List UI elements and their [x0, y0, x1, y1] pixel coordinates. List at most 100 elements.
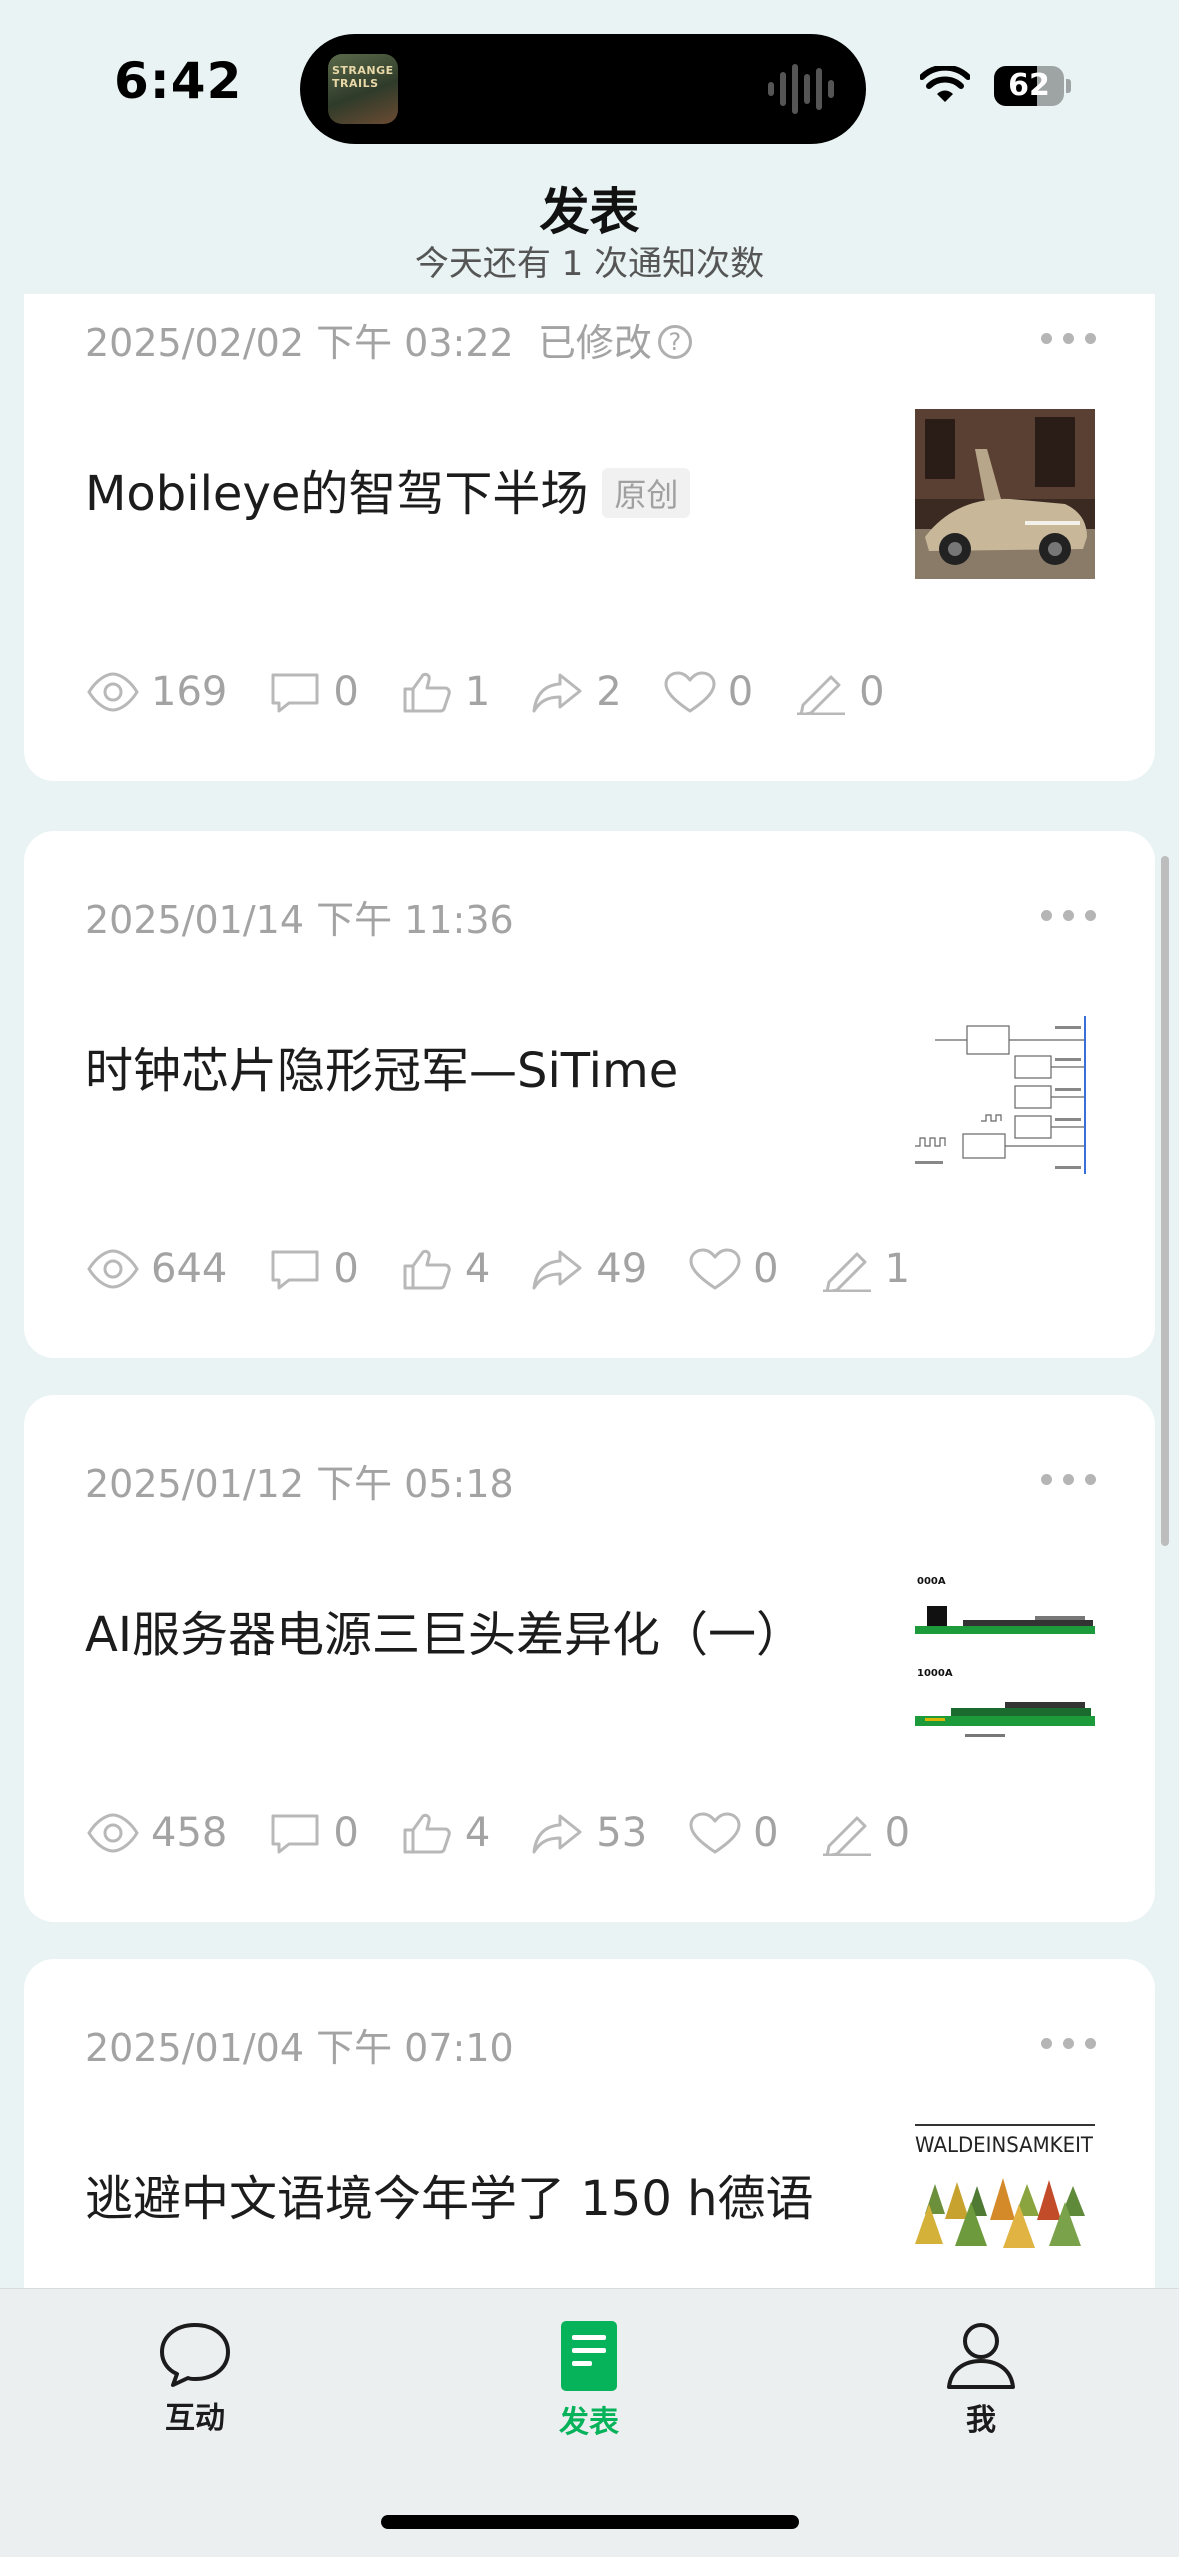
- stat-comments: 0: [267, 1810, 359, 1856]
- post-card[interactable]: 2025/01/14 下午 11:36 时钟芯片隐形冠军—SiTime 644 …: [24, 831, 1155, 1358]
- stat-notes: 1: [819, 1246, 910, 1292]
- status-bar: 6:42 STRANGE TRAILS 62: [0, 0, 1179, 180]
- post-title[interactable]: AI服务器电源三巨头差异化（一）: [85, 1595, 804, 1665]
- tab-label: 发表: [559, 2405, 619, 2440]
- post-title[interactable]: Mobileye的智驾下半场 原创: [85, 454, 691, 524]
- pen-icon: [797, 675, 846, 715]
- more-options-icon[interactable]: [1041, 2038, 1097, 2050]
- pen-icon: [822, 1252, 871, 1292]
- more-options-icon[interactable]: [1041, 333, 1097, 345]
- post-thumbnail[interactable]: [915, 409, 1095, 579]
- thumbs-up-icon: [403, 672, 451, 713]
- now-playing-album-art: STRANGE TRAILS: [328, 54, 398, 124]
- document-icon: [561, 2321, 617, 2391]
- stat-value: 0: [884, 1810, 911, 1856]
- share-arrow-icon: [532, 1814, 582, 1854]
- post-date: 2025/01/04 下午 07:10: [85, 2026, 514, 2070]
- more-options-icon[interactable]: [1041, 910, 1097, 922]
- thumbs-up-icon: [403, 1813, 451, 1854]
- wifi-icon: [920, 66, 970, 102]
- status-time: 6:42: [114, 52, 243, 110]
- stat-comments: 0: [267, 669, 359, 715]
- stat-favorites: 0: [687, 1246, 779, 1292]
- stat-likes: 4: [399, 1810, 490, 1856]
- stat-favorites: 0: [662, 669, 753, 715]
- thumb-label: 000A: [917, 1576, 946, 1587]
- comment-icon: [271, 1814, 319, 1854]
- notification-quota: 今天还有 1 次通知次数: [414, 244, 765, 284]
- stat-notes: 0: [819, 1810, 910, 1856]
- pen-icon: [822, 1816, 871, 1856]
- stat-shares: 53: [530, 1810, 647, 1856]
- post-title[interactable]: 时钟芯片隐形冠军—SiTime: [85, 1031, 678, 1101]
- stat-value: 0: [333, 669, 359, 715]
- comment-icon: [271, 1250, 319, 1290]
- post-stats: 644 0 4 49 0 1: [85, 1241, 950, 1297]
- stat-favorites: 0: [687, 1810, 779, 1856]
- eye-icon: [87, 672, 139, 712]
- post-title[interactable]: 逃避中文语境今年学了 150 h德语: [85, 2159, 814, 2229]
- eye-icon: [87, 1813, 139, 1853]
- post-card[interactable]: 2025/01/04 下午 07:10 逃避中文语境今年学了 150 h德语 W…: [24, 1959, 1155, 2288]
- stat-likes: 4: [399, 1246, 490, 1292]
- stat-value: 49: [596, 1246, 648, 1292]
- share-arrow-icon: [532, 673, 582, 713]
- stat-value: 4: [464, 1246, 491, 1292]
- stat-views: 169: [85, 669, 227, 715]
- thumb-text: WALDEINSAMKEIT: [915, 2133, 1093, 2157]
- stat-value: 4: [464, 1810, 491, 1856]
- post-card[interactable]: 2025/02/02 下午 03:22 已修改? Mobileye的智驾下半场原…: [24, 294, 1155, 781]
- stat-value: 0: [727, 669, 754, 715]
- stat-value: 458: [151, 1810, 228, 1856]
- stat-notes: 0: [793, 669, 885, 715]
- scroll-indicator[interactable]: [1161, 856, 1169, 1546]
- stat-views: 644: [85, 1246, 227, 1292]
- tab-me[interactable]: 我: [881, 2319, 1081, 2439]
- post-stats: 458 0 4 53 0 0: [85, 1805, 950, 1861]
- eye-icon: [87, 1249, 139, 1289]
- post-list[interactable]: 2025/02/02 下午 03:22 已修改? Mobileye的智驾下半场原…: [0, 294, 1179, 2288]
- stat-value: 2: [596, 669, 622, 715]
- person-icon: [947, 2323, 1015, 2389]
- album-art-text: STRANGE TRAILS: [332, 64, 394, 90]
- stat-value: 644: [151, 1246, 228, 1292]
- post-thumbnail[interactable]: 000A 1000A: [915, 1570, 1095, 1750]
- stat-value: 53: [596, 1810, 648, 1856]
- stat-value: 1: [884, 1246, 911, 1292]
- chat-bubble-icon: [160, 2323, 230, 2387]
- stat-value: 0: [753, 1246, 779, 1292]
- help-circle-icon[interactable]: ?: [657, 324, 692, 359]
- tab-interaction[interactable]: 互动: [95, 2319, 295, 2437]
- share-arrow-icon: [532, 1250, 582, 1290]
- stat-value: 0: [333, 1246, 359, 1292]
- stat-value: 1: [464, 669, 491, 715]
- audio-waveform-icon: [768, 64, 834, 114]
- stat-shares: 49: [530, 1246, 647, 1292]
- post-thumbnail[interactable]: WALDEINSAMKEIT: [915, 2124, 1095, 2288]
- home-indicator[interactable]: [381, 2515, 799, 2529]
- post-stats: 169 0 1 2 0 0: [85, 664, 925, 720]
- tab-label: 我: [966, 2403, 996, 2438]
- post-date: 2025/01/12 下午 05:18: [85, 1462, 514, 1506]
- more-options-icon[interactable]: [1041, 1474, 1097, 1486]
- thumb-label: 1000A: [917, 1668, 953, 1679]
- heart-icon: [664, 671, 716, 713]
- stat-value: 169: [151, 669, 228, 715]
- stat-value: 0: [859, 669, 885, 715]
- dynamic-island[interactable]: STRANGE TRAILS: [300, 34, 866, 144]
- stat-comments: 0: [267, 1246, 359, 1292]
- post-date: 2025/02/02 下午 03:22 已修改?: [85, 312, 692, 367]
- battery-level: 62: [1008, 68, 1050, 103]
- post-card[interactable]: 2025/01/12 下午 05:18 AI服务器电源三巨头差异化（一） 000…: [24, 1395, 1155, 1922]
- post-date: 2025/01/14 下午 11:36: [85, 898, 514, 942]
- stat-value: 0: [333, 1810, 359, 1856]
- post-thumbnail[interactable]: [915, 1006, 1095, 1186]
- heart-icon: [689, 1812, 741, 1854]
- tab-label: 互动: [165, 2401, 225, 2436]
- stat-value: 0: [753, 1810, 779, 1856]
- modified-label: 已修改: [537, 321, 652, 365]
- stat-likes: 1: [399, 669, 490, 715]
- comment-icon: [271, 673, 319, 713]
- tab-publish[interactable]: 发表: [489, 2319, 689, 2441]
- page-title: 发表: [539, 183, 640, 241]
